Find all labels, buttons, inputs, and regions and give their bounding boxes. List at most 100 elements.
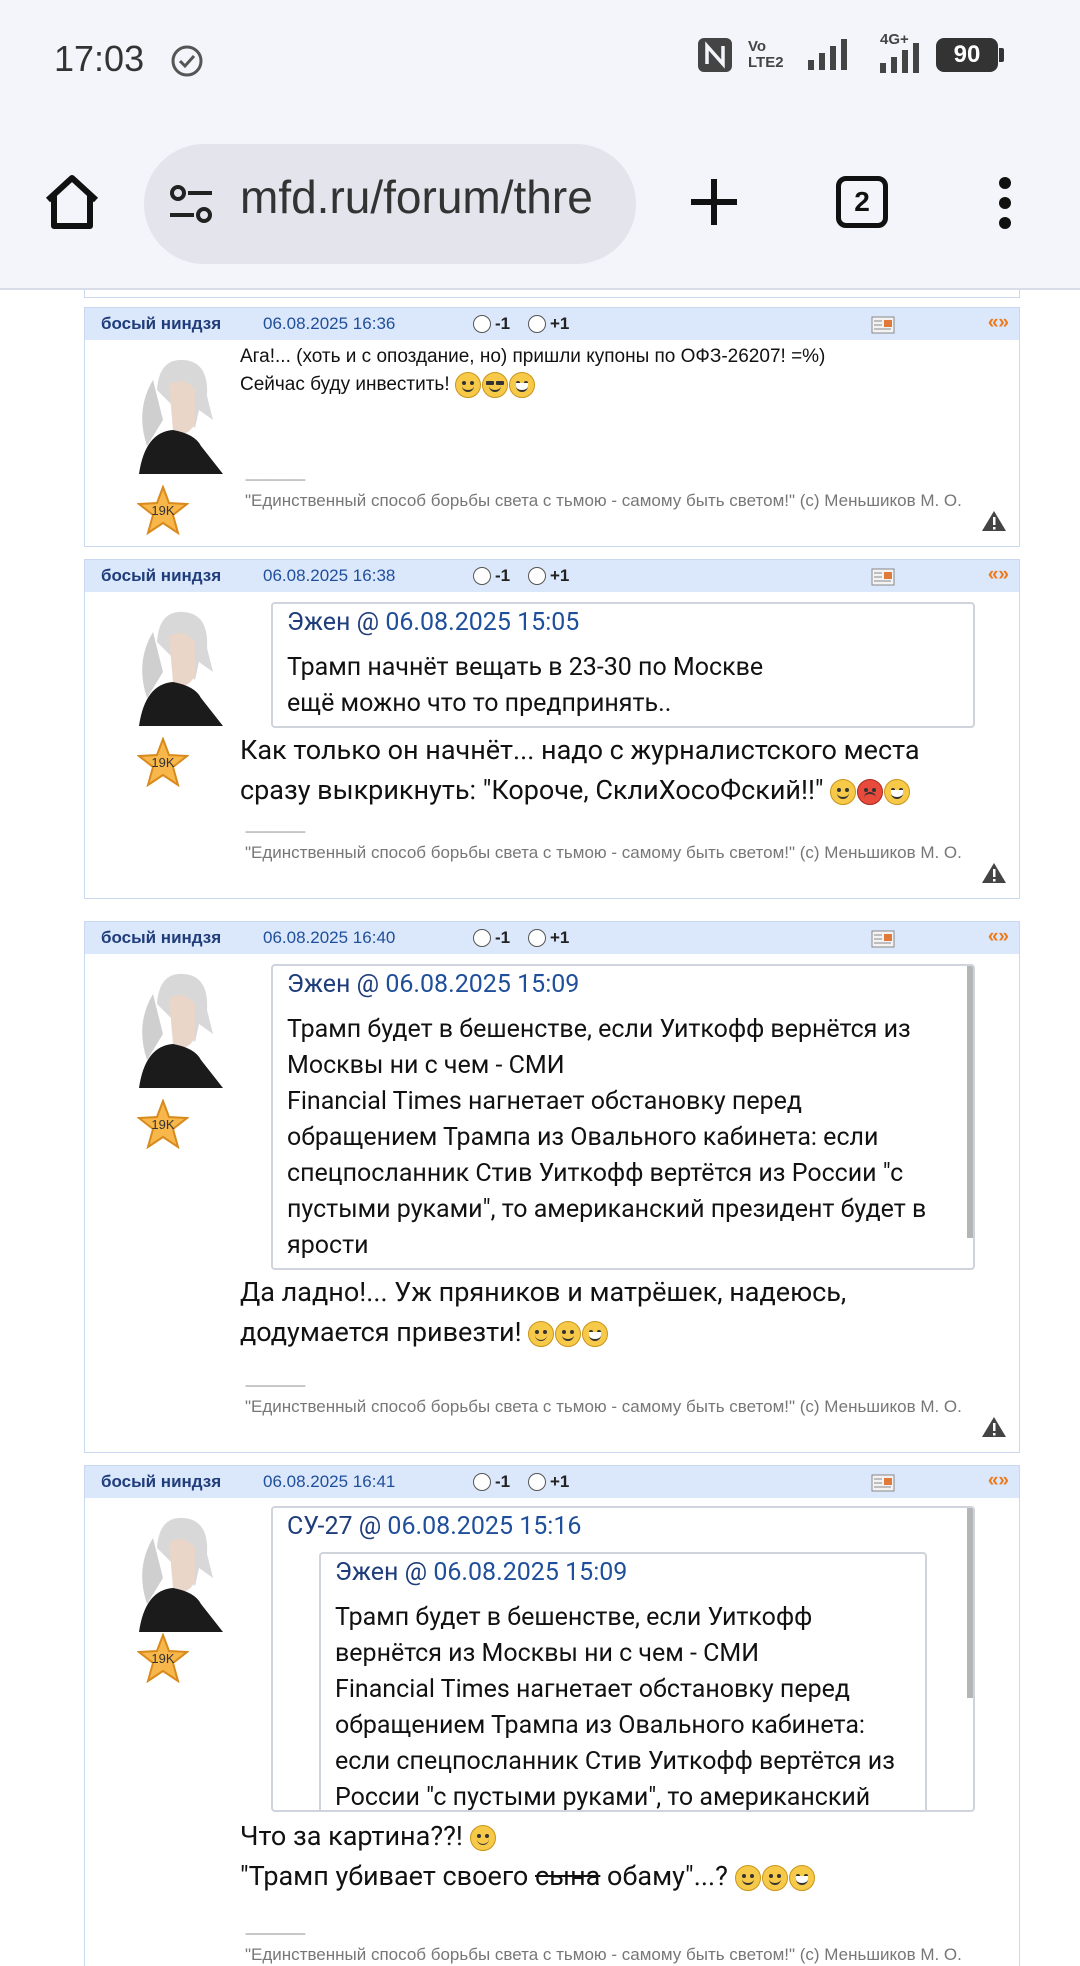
forum-post: босый ниндзя 06.08.2025 16:36 -1 +1 «» 1… [84, 307, 1020, 547]
vote-plus[interactable]: +1 [528, 928, 569, 948]
profile-card-icon[interactable] [871, 1474, 895, 1492]
quote-date[interactable]: 06.08.2025 15:09 [385, 970, 579, 999]
quote-scrollbar[interactable] [967, 1508, 973, 1698]
post-date[interactable]: 06.08.2025 16:40 [263, 928, 395, 948]
vote-plus-radio[interactable] [528, 929, 546, 947]
home-icon[interactable] [40, 170, 104, 234]
signature: "Единственный способ борьбы света с тьмо… [245, 1397, 962, 1416]
post-header: босый ниндзя 06.08.2025 16:36 -1 +1 «» [85, 308, 1019, 340]
post-date[interactable]: 06.08.2025 16:41 [263, 1472, 395, 1492]
message-line: Да ладно!... Уж пряников и матрёшек, над… [240, 1276, 847, 1308]
quote-line: если спецпосланник Стив Уиткофф вертётся… [335, 1747, 895, 1776]
signal-4g-icon: 4G+ [866, 31, 922, 73]
quote-line: пустыми руками", то американский президе… [287, 1195, 927, 1224]
vote-plus[interactable]: +1 [528, 566, 569, 586]
cool-icon [481, 371, 508, 398]
post-header: босый ниндзя 06.08.2025 16:40 -1 +1 «» [85, 922, 1019, 954]
quote-button[interactable]: «» [988, 564, 1009, 586]
quote-author[interactable]: Эжен [287, 608, 350, 637]
quote-line: Москвы ни с чем - СМИ [287, 1051, 565, 1080]
forum-post: босый ниндзя 06.08.2025 16:40 -1 +1 «» 1… [84, 921, 1020, 1453]
vote-minus[interactable]: -1 [473, 314, 510, 334]
strikethrough-text: сына [534, 1860, 601, 1892]
quote-header: Эжен @ 06.08.2025 15:05 [287, 608, 579, 637]
post-author[interactable]: босый ниндзя [101, 314, 221, 334]
laugh-icon [508, 371, 535, 398]
address-bar[interactable]: mfd.ru/forum/thre [144, 144, 636, 264]
previous-post-edge [84, 290, 1020, 298]
post-date[interactable]: 06.08.2025 16:38 [263, 566, 395, 586]
vote-plus-radio[interactable] [528, 1473, 546, 1491]
forum-thread: босый ниндзя 06.08.2025 16:36 -1 +1 «» 1… [0, 290, 1080, 1966]
rolling-eyes-icon [555, 1320, 582, 1347]
report-icon[interactable] [981, 510, 1007, 532]
more-menu-icon[interactable] [998, 176, 1012, 230]
angry-icon [857, 778, 884, 805]
site-settings-icon[interactable] [168, 184, 214, 224]
clock: 17:03 [54, 38, 145, 79]
quote-date[interactable]: 06.08.2025 15:16 [387, 1512, 581, 1541]
vote-minus[interactable]: -1 [473, 566, 510, 586]
quote-scrollbar[interactable] [967, 966, 973, 1238]
quote-date[interactable]: 06.08.2025 15:05 [385, 608, 579, 637]
post-body: 19K Ага!... (хоть и с опоздание, но) при… [85, 340, 1019, 546]
quote-at: @ [358, 1512, 382, 1541]
message-line: Как только он начнёт... надо с журналист… [240, 734, 920, 766]
quote-block[interactable]: Эжен @ 06.08.2025 15:09 Трамп будет в бе… [271, 964, 975, 1270]
avatar[interactable] [129, 1508, 223, 1632]
vote-minus-radio[interactable] [473, 929, 491, 947]
forum-post: босый ниндзя 06.08.2025 16:41 -1 +1 «» 1… [84, 1465, 1020, 1966]
vote-plus[interactable]: +1 [528, 1472, 569, 1492]
new-tab-icon[interactable] [688, 176, 740, 228]
laugh-icon [788, 1864, 815, 1891]
post-author[interactable]: босый ниндзя [101, 928, 221, 948]
quote-button[interactable]: «» [988, 1470, 1009, 1492]
vote-plus-radio[interactable] [528, 315, 546, 333]
vote-plus[interactable]: +1 [528, 314, 569, 334]
url-text[interactable]: mfd.ru/forum/thre [240, 170, 593, 224]
quote-date[interactable]: 06.08.2025 15:09 [433, 1558, 627, 1587]
message-line-with-emoji: додумается привезти! [240, 1312, 846, 1352]
avatar[interactable] [129, 602, 223, 726]
report-icon[interactable] [981, 1416, 1007, 1438]
message-text: обаму"...? [600, 1860, 728, 1892]
rating-star-badge: 19K [136, 736, 190, 788]
nfc-icon [698, 38, 732, 72]
vote-minus[interactable]: -1 [473, 928, 510, 948]
quote-author[interactable]: Эжен [335, 1558, 398, 1587]
quote-button[interactable]: «» [988, 926, 1009, 948]
message-line-with-emoji: "Трамп убивает своего сына обаму"...? [240, 1856, 816, 1896]
message-line: сразу выкрикнуть: "Короче, СклиХосоФский… [240, 774, 824, 806]
post-date[interactable]: 06.08.2025 16:36 [263, 314, 395, 334]
avatar[interactable] [129, 350, 223, 474]
quote-button[interactable]: «» [988, 312, 1009, 334]
quote-author[interactable]: СУ-27 [287, 1512, 353, 1541]
vote-minus-radio[interactable] [473, 567, 491, 585]
quote-block[interactable]: СУ-27 @ 06.08.2025 15:16 Эжен @ 06.08.20… [271, 1506, 975, 1812]
profile-card-icon[interactable] [871, 930, 895, 948]
avatar[interactable] [129, 964, 223, 1088]
report-icon[interactable] [981, 862, 1007, 884]
vote-minus[interactable]: -1 [473, 1472, 510, 1492]
vote-plus-radio[interactable] [528, 567, 546, 585]
tab-switcher-button[interactable]: 2 [836, 176, 888, 228]
post-header: босый ниндзя 06.08.2025 16:41 -1 +1 «» [85, 1466, 1019, 1498]
profile-card-icon[interactable] [871, 316, 895, 334]
vote-plus-label: +1 [550, 314, 570, 333]
message-line-with-emoji: Сейчас буду инвестить! [240, 371, 825, 399]
profile-card-icon[interactable] [871, 568, 895, 586]
quote-author[interactable]: Эжен [287, 970, 350, 999]
quote-line: Financial Times нагнетает обстановку пер… [335, 1675, 850, 1704]
rating-label: 19K [151, 1117, 175, 1132]
vote-minus-radio[interactable] [473, 1473, 491, 1491]
signature-separator: -------------------- [245, 824, 306, 838]
post-author[interactable]: босый ниндзя [101, 566, 221, 586]
vote-minus-label: -1 [495, 314, 511, 333]
message-line: додумается привезти! [240, 1316, 522, 1348]
quote-line: ещё можно что то предпринять.. [287, 689, 672, 718]
vote-minus-radio[interactable] [473, 315, 491, 333]
laugh-icon [582, 1320, 609, 1347]
post-author[interactable]: босый ниндзя [101, 1472, 221, 1492]
thinking-icon [528, 1320, 555, 1347]
wink-icon [830, 778, 857, 805]
